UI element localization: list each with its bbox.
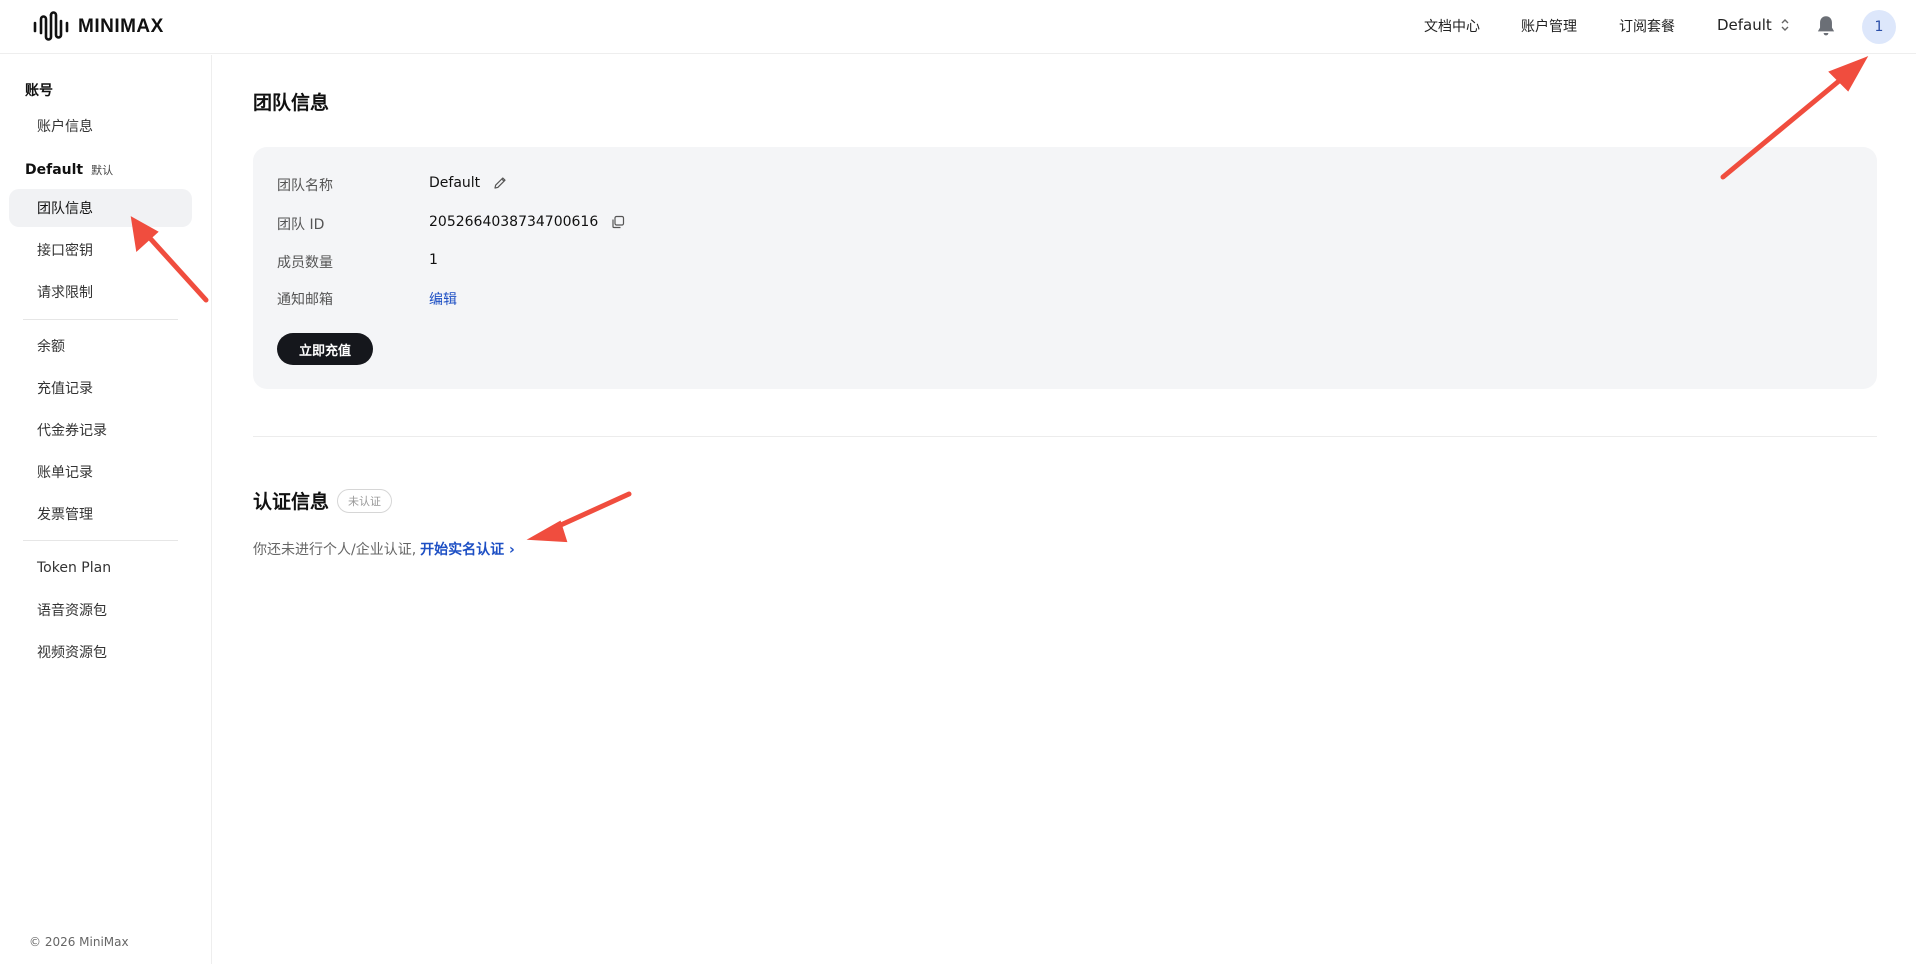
nav-subscription[interactable]: 订阅套餐 [1619, 16, 1675, 36]
pencil-icon[interactable] [492, 175, 508, 191]
nav-account[interactable]: 账户管理 [1521, 16, 1577, 36]
sidebar-item-invoice[interactable]: 发票管理 [9, 495, 192, 533]
page-title: 团队信息 [253, 92, 330, 114]
sidebar-item-balance[interactable]: 余额 [9, 327, 192, 365]
sidebar-divider [23, 319, 178, 320]
auth-section-title: 认证信息 未认证 [253, 487, 393, 514]
notify-email-edit-link[interactable]: 编辑 [429, 289, 457, 309]
notify-email-label: 通知邮箱 [277, 292, 333, 308]
sidebar-item-video-pack[interactable]: 视频资源包 [9, 633, 192, 671]
sidebar: 账号 账户信息 Default 默认 团队信息 接口密钥 请求限制 余额 充值记录… [0, 55, 212, 964]
team-select[interactable]: Default [1717, 16, 1790, 34]
copyright: © 2026 MiniMax [29, 935, 129, 949]
team-name-label: 团队名称 [277, 178, 333, 194]
team-id-label: 团队 ID [277, 217, 325, 233]
team-info-card: 团队名称 Default 团队 ID 2052664038734700616 成… [253, 147, 1877, 389]
sidebar-item-account-info[interactable]: 账户信息 [9, 107, 192, 145]
sidebar-item-team-info[interactable]: 团队信息 [9, 189, 192, 227]
team-id-text: 2052664038734700616 [429, 214, 599, 230]
sidebar-item-recharge-records[interactable]: 充值记录 [9, 369, 192, 407]
logo-waveform-icon [33, 11, 69, 41]
brand-name: MINIMAX [78, 16, 164, 37]
avatar[interactable]: 1 [1862, 10, 1896, 44]
start-verification-link[interactable]: 开始实名认证 › [420, 539, 515, 559]
sidebar-item-rate-limits[interactable]: 请求限制 [9, 273, 192, 311]
nav-docs[interactable]: 文档中心 [1424, 16, 1480, 36]
team-id-value: 2052664038734700616 [429, 214, 626, 230]
auth-description: 你还未进行个人/企业认证, 开始实名认证 › [253, 539, 515, 559]
member-count-value: 1 [429, 252, 438, 268]
sidebar-group-team: Default 默认 [25, 162, 113, 178]
auth-title-text: 认证信息 [253, 491, 330, 513]
copy-icon[interactable] [610, 214, 626, 230]
sidebar-group-account: 账号 [25, 83, 53, 99]
default-tag: 默认 [91, 164, 114, 177]
sidebar-item-token-plan[interactable]: Token Plan [9, 549, 192, 587]
auth-desc-text: 你还未进行个人/企业认证, [253, 542, 417, 558]
top-bar: MINIMAX 文档中心 账户管理 订阅套餐 Default 1 [0, 0, 1916, 54]
team-select-label: Default [1717, 16, 1772, 34]
sidebar-item-voice-pack[interactable]: 语音资源包 [9, 591, 192, 629]
team-name-text: Default [429, 175, 481, 191]
section-divider [253, 436, 1877, 437]
sidebar-item-api-keys[interactable]: 接口密钥 [9, 231, 192, 269]
chevron-updown-icon [1781, 19, 1789, 31]
team-name-value: Default [429, 175, 508, 191]
member-count-label: 成员数量 [277, 255, 333, 271]
recharge-button[interactable]: 立即充值 [277, 333, 373, 365]
brand-logo[interactable]: MINIMAX [32, 10, 164, 44]
team-group-name: Default [25, 162, 84, 178]
sidebar-item-voucher-records[interactable]: 代金券记录 [9, 411, 192, 449]
sidebar-divider [23, 540, 178, 541]
sidebar-item-bill-records[interactable]: 账单记录 [9, 453, 192, 491]
bell-icon[interactable] [1813, 13, 1839, 39]
annotation-arrow-verification [526, 491, 632, 543]
status-badge: 未认证 [337, 488, 393, 513]
annotation-arrows [130, 56, 1869, 543]
